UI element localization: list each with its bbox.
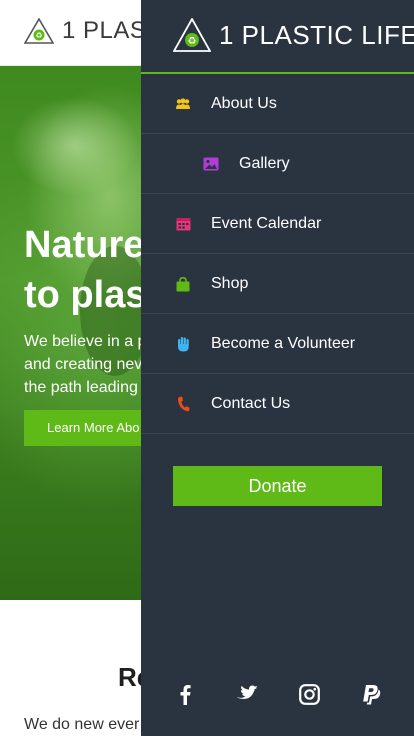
calendar-icon [175,216,191,232]
menu-item-label: About Us [211,94,277,112]
shopping-bag-icon [175,276,191,292]
hero-description-line: and creating nev [24,356,143,373]
facebook-icon[interactable] [173,682,197,706]
social-links [141,676,414,712]
hero-description-line: We believe in a p [24,333,147,350]
drawer-menu: About Us Gallery Event Calendar Shop Bec… [141,74,414,434]
image-icon [203,156,219,172]
menu-item-label: Become a Volunteer [211,334,356,352]
menu-item-shop[interactable]: Shop [141,254,414,314]
donate-button[interactable]: Donate [173,466,382,506]
menu-item-label: Gallery [239,154,290,172]
phone-icon [175,396,191,412]
menu-item-label: Event Calendar [211,214,322,232]
recycle-logo-icon: ♻ [24,18,54,44]
people-icon [175,96,191,112]
menu-item-gallery[interactable]: Gallery [141,134,414,194]
menu-item-about-us[interactable]: About Us [141,74,414,134]
twitter-icon[interactable] [235,682,259,706]
svg-text:♻: ♻ [188,36,197,47]
hero-description: We believe in a p and creating nev the p… [24,330,146,399]
menu-item-label: Contact Us [211,394,291,412]
instagram-icon[interactable] [297,682,321,706]
section-text: We do new ever [24,716,140,733]
drawer-logo[interactable]: ♻ 1 PLASTIC LIFE [173,18,414,52]
drawer-logo-text: 1 PLASTIC LIFE [219,19,414,50]
menu-item-event-calendar[interactable]: Event Calendar [141,194,414,254]
paypal-icon[interactable] [359,682,383,706]
hero-description-line: the path leading [24,379,138,396]
menu-item-label: Shop [211,274,249,292]
hand-icon [175,336,191,352]
drawer-header: ♻ 1 PLASTIC LIFE [141,0,414,74]
menu-item-become-volunteer[interactable]: Become a Volunteer [141,314,414,374]
recycle-logo-icon: ♻ [173,18,211,52]
navigation-drawer: ♻ 1 PLASTIC LIFE About Us Gallery Event … [141,0,414,736]
svg-text:♻: ♻ [35,31,42,40]
menu-item-contact-us[interactable]: Contact Us [141,374,414,434]
